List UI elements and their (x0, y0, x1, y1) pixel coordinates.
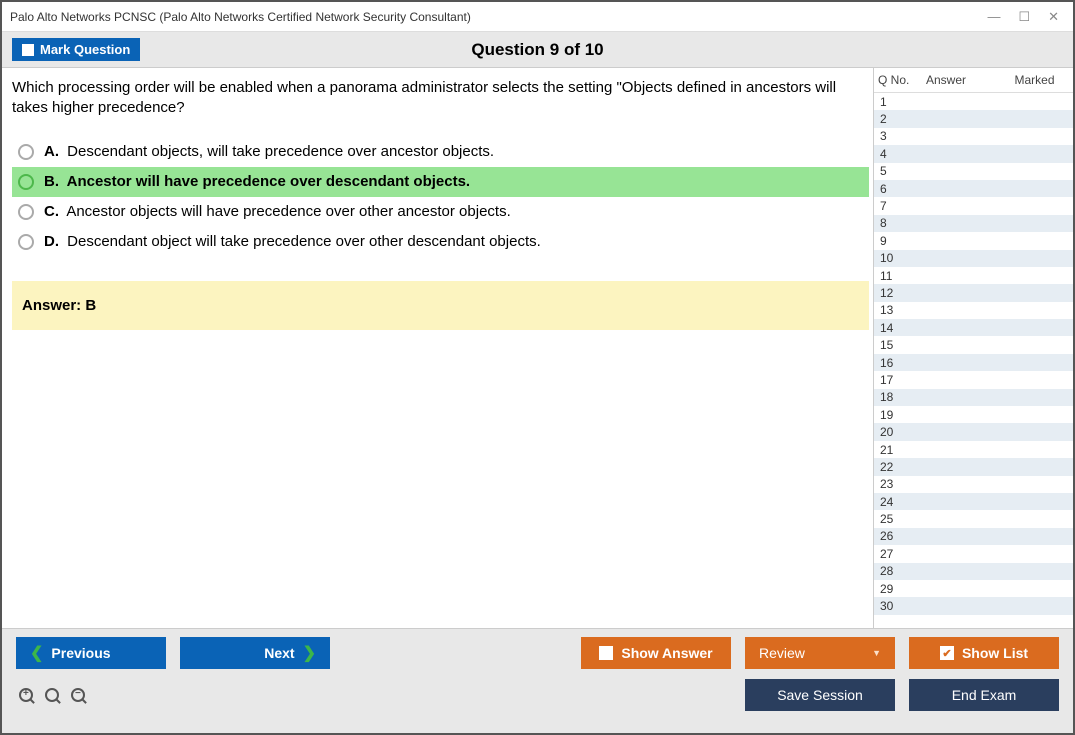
question-counter: Question 9 of 10 (471, 40, 603, 60)
chevron-right-icon: ❯ (303, 643, 316, 663)
options-list: A. Descendant objects, will take precede… (12, 137, 869, 257)
list-item[interactable]: 26 (874, 528, 1073, 545)
list-item[interactable]: 1 (874, 93, 1073, 110)
list-item[interactable]: 14 (874, 319, 1073, 336)
footer-bar: ❮ Previous Next ❯ Show Answer Review ▼ ✔… (2, 628, 1073, 733)
question-panel: Which processing order will be enabled w… (2, 68, 873, 628)
end-exam-button[interactable]: End Exam (909, 679, 1059, 711)
checked-icon: ✔ (940, 646, 954, 660)
list-item[interactable]: 15 (874, 336, 1073, 353)
question-list-header: Q No. Answer Marked (874, 68, 1073, 92)
list-item[interactable]: 17 (874, 371, 1073, 388)
list-item[interactable]: 6 (874, 180, 1073, 197)
list-item[interactable]: 27 (874, 545, 1073, 562)
list-item[interactable]: 24 (874, 493, 1073, 510)
zoom-controls: + − (16, 685, 88, 705)
option-text: C. Ancestor objects will have precedence… (44, 203, 511, 220)
save-session-label: Save Session (777, 687, 863, 703)
option-text: B. Ancestor will have precedence over de… (44, 173, 470, 190)
question-text: Which processing order will be enabled w… (12, 78, 869, 119)
show-list-label: Show List (962, 645, 1028, 661)
list-item[interactable]: 12 (874, 284, 1073, 301)
zoom-reset-icon[interactable] (42, 685, 62, 705)
checkbox-icon (22, 44, 34, 56)
maximize-icon[interactable]: ☐ (1018, 9, 1030, 25)
window-controls: — ☐ ✕ (987, 9, 1065, 25)
list-item[interactable]: 5 (874, 163, 1073, 180)
list-item[interactable]: 2 (874, 110, 1073, 127)
titlebar: Palo Alto Networks PCNSC (Palo Alto Netw… (2, 2, 1073, 32)
list-item[interactable]: 19 (874, 406, 1073, 423)
show-list-button[interactable]: ✔ Show List (909, 637, 1059, 669)
col-header-marked: Marked (996, 73, 1073, 87)
window-title: Palo Alto Networks PCNSC (Palo Alto Netw… (10, 10, 471, 24)
list-item[interactable]: 23 (874, 476, 1073, 493)
col-header-answer: Answer (926, 73, 996, 87)
review-button[interactable]: Review ▼ (745, 637, 895, 669)
list-item[interactable]: 3 (874, 128, 1073, 145)
list-item[interactable]: 22 (874, 458, 1073, 475)
mark-question-label: Mark Question (40, 42, 130, 57)
zoom-out-icon[interactable]: − (68, 685, 88, 705)
list-item[interactable]: 11 (874, 267, 1073, 284)
radio-icon (18, 234, 34, 250)
list-item[interactable]: 8 (874, 215, 1073, 232)
list-item[interactable]: 30 (874, 597, 1073, 614)
radio-icon (18, 204, 34, 220)
question-list[interactable]: 1234567891011121314151617181920212223242… (874, 92, 1073, 628)
close-icon[interactable]: ✕ (1048, 9, 1059, 25)
list-item[interactable]: 10 (874, 250, 1073, 267)
next-button[interactable]: Next ❯ (180, 637, 330, 669)
list-item[interactable]: 9 (874, 232, 1073, 249)
list-item[interactable]: 21 (874, 441, 1073, 458)
answer-box: Answer: B (12, 281, 869, 330)
content-area: Which processing order will be enabled w… (2, 68, 1073, 628)
col-header-qno: Q No. (878, 73, 926, 87)
previous-button[interactable]: ❮ Previous (16, 637, 166, 669)
minimize-icon[interactable]: — (987, 9, 1000, 25)
show-answer-label: Show Answer (621, 645, 712, 661)
option-d[interactable]: D. Descendant object will take precedenc… (12, 227, 869, 257)
checkbox-icon (599, 646, 613, 660)
radio-icon (18, 174, 34, 190)
list-item[interactable]: 28 (874, 563, 1073, 580)
list-item[interactable]: 25 (874, 510, 1073, 527)
header-bar: Mark Question Question 9 of 10 (2, 32, 1073, 68)
previous-label: Previous (51, 645, 110, 661)
list-item[interactable]: 7 (874, 197, 1073, 214)
zoom-in-icon[interactable]: + (16, 685, 36, 705)
list-item[interactable]: 4 (874, 145, 1073, 162)
list-item[interactable]: 20 (874, 423, 1073, 440)
show-answer-button[interactable]: Show Answer (581, 637, 731, 669)
end-exam-label: End Exam (952, 687, 1017, 703)
option-text: A. Descendant objects, will take precede… (44, 143, 494, 160)
option-b[interactable]: B. Ancestor will have precedence over de… (12, 167, 869, 197)
save-session-button[interactable]: Save Session (745, 679, 895, 711)
option-text: D. Descendant object will take precedenc… (44, 233, 541, 250)
question-list-panel: Q No. Answer Marked 12345678910111213141… (873, 68, 1073, 628)
chevron-left-icon: ❮ (30, 643, 43, 663)
mark-question-button[interactable]: Mark Question (12, 38, 140, 61)
list-item[interactable]: 18 (874, 389, 1073, 406)
option-a[interactable]: A. Descendant objects, will take precede… (12, 137, 869, 167)
list-item[interactable]: 13 (874, 302, 1073, 319)
next-label: Next (264, 645, 294, 661)
option-c[interactable]: C. Ancestor objects will have precedence… (12, 197, 869, 227)
review-label: Review (759, 645, 805, 661)
list-item[interactable]: 29 (874, 580, 1073, 597)
chevron-down-icon: ▼ (872, 648, 881, 658)
list-item[interactable]: 16 (874, 354, 1073, 371)
radio-icon (18, 144, 34, 160)
